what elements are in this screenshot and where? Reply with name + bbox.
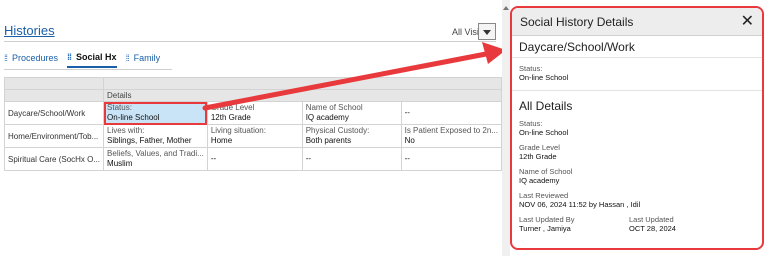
table-row[interactable]: Home/Environment/Tob... Lives with: Sibl… xyxy=(3,124,503,148)
table-cell[interactable]: Is Patient Exposed to 2n... No xyxy=(400,124,503,148)
field-value: On-line School xyxy=(519,73,569,82)
divider xyxy=(512,90,762,91)
cell-value: IQ academy xyxy=(305,113,349,122)
detail-field: Name of School IQ academy xyxy=(512,167,762,185)
cell-label: Beliefs, Values, and Tradi... xyxy=(107,149,204,158)
cell-value: 12th Grade xyxy=(210,113,251,122)
cell-value: Home xyxy=(210,136,233,145)
table-header-row xyxy=(3,77,502,90)
table-cell[interactable]: -- xyxy=(400,101,503,125)
field-value: NOV 06, 2024 11:52 by Hassan , Idil xyxy=(519,200,641,209)
histories-title-link[interactable]: Histories xyxy=(4,23,55,38)
table-cell[interactable]: Grade Level 12th Grade xyxy=(206,101,303,125)
cell-value: -- xyxy=(210,154,217,163)
cell-value: No xyxy=(404,136,415,145)
cell-label: Lives with: xyxy=(107,126,145,135)
last-updated-by-field: Last Updated By Turner , Jamiya xyxy=(519,215,629,233)
status-field: Status: On-line School xyxy=(512,64,762,82)
tab-family[interactable]: ⁞⁞ Family xyxy=(126,48,161,68)
table-header-row: Details xyxy=(3,89,502,102)
section-title: All Details xyxy=(519,99,573,113)
cell-value: Muslim xyxy=(107,159,133,168)
header-cell-empty xyxy=(3,89,105,102)
social-history-details-panel: Social History Details ✕ Daycare/School/… xyxy=(510,6,764,250)
panel-title: Social History Details xyxy=(520,14,634,29)
field-value: 12th Grade xyxy=(519,152,557,161)
history-tabs: ⁞⁞ Procedures ⁞⁞ Social Hx ⁞⁞ Family xyxy=(4,46,169,70)
grip-icon: ⁞⁞ xyxy=(4,53,8,63)
status-cell[interactable]: Status: On-line School xyxy=(103,101,208,125)
cell-label: Name of School xyxy=(305,103,363,112)
cell-value: -- xyxy=(404,108,410,117)
field-value: IQ academy xyxy=(519,176,560,185)
cell-label: Living situation: xyxy=(210,126,266,135)
cell-label: Physical Custody: xyxy=(305,126,370,135)
table-cell[interactable]: Physical Custody: Both parents xyxy=(301,124,402,148)
details-header: Details xyxy=(103,89,502,102)
social-history-table: Details Daycare/School/Work Status: On-l… xyxy=(3,77,503,171)
table-row[interactable]: Daycare/School/Work Status: On-line Scho… xyxy=(3,101,503,125)
panel-header: Social History Details ✕ xyxy=(512,8,762,36)
detail-field: Grade Level 12th Grade xyxy=(512,143,762,161)
row-name: Home/Environment/Tob... xyxy=(3,124,105,148)
histories-section: Histories All Visits ⁞⁞ Procedures ⁞⁞ So… xyxy=(0,0,503,256)
header-cell-empty xyxy=(103,77,502,90)
divider xyxy=(4,41,496,42)
cell-value: On-line School xyxy=(107,113,160,122)
field-label: Last Updated By xyxy=(519,215,575,224)
field-value: On-line School xyxy=(519,128,569,137)
last-updated-field: Last Updated OCT 28, 2024 xyxy=(629,215,739,233)
cell-value: -- xyxy=(404,154,410,163)
table-cell[interactable]: Living situation: Home xyxy=(206,124,303,148)
table-cell[interactable]: -- xyxy=(206,147,303,171)
field-label: Name of School xyxy=(519,167,573,176)
cell-label: Is Patient Exposed to 2n... xyxy=(404,126,498,135)
table-cell[interactable]: -- xyxy=(301,147,402,171)
table-cell[interactable]: Beliefs, Values, and Tradi... Muslim xyxy=(103,147,208,171)
cell-value: -- xyxy=(305,154,312,163)
scrollbar[interactable] xyxy=(502,0,510,256)
field-label: Status: xyxy=(519,119,543,128)
header-cell-empty xyxy=(3,77,105,90)
field-label: Last Updated xyxy=(629,215,674,224)
scroll-up-icon[interactable] xyxy=(503,6,509,10)
field-label: Grade Level xyxy=(519,143,560,152)
tab-label: Social Hx xyxy=(76,52,117,62)
all-visits-dropdown-button[interactable] xyxy=(478,23,496,40)
cell-value: Both parents xyxy=(305,136,352,145)
cell-value: Siblings, Father, Mother xyxy=(107,136,192,145)
close-icon[interactable]: ✕ xyxy=(741,13,754,30)
grip-icon: ⁞⁞ xyxy=(67,52,72,62)
detail-field: Status: On-line School xyxy=(512,119,762,137)
tab-procedures[interactable]: ⁞⁞ Procedures xyxy=(4,48,58,68)
row-name: Spiritual Care (SocHx O... xyxy=(3,147,105,171)
last-updated-row: Last Updated By Turner , Jamiya Last Upd… xyxy=(512,215,762,233)
field-label: Status: xyxy=(519,64,543,73)
table-cell[interactable]: Name of School IQ academy xyxy=(301,101,402,125)
tab-label: Procedures xyxy=(12,53,59,63)
tab-label: Family xyxy=(133,53,161,63)
table-cell[interactable]: -- xyxy=(400,147,503,171)
table-row[interactable]: Spiritual Care (SocHx O... Beliefs, Valu… xyxy=(3,147,503,171)
section-title: Daycare/School/Work xyxy=(512,36,762,58)
grip-icon: ⁞⁞ xyxy=(125,53,130,63)
cell-label: Status: xyxy=(107,103,132,112)
field-value: OCT 28, 2024 xyxy=(629,224,676,233)
tab-social-hx[interactable]: ⁞⁞ Social Hx xyxy=(67,48,117,68)
table-cell[interactable]: Lives with: Siblings, Father, Mother xyxy=(103,124,208,148)
detail-field: Last Reviewed NOV 06, 2024 11:52 by Hass… xyxy=(512,191,762,209)
row-name: Daycare/School/Work xyxy=(3,101,105,125)
field-value: Turner , Jamiya xyxy=(519,224,571,233)
tab-underline xyxy=(4,69,172,70)
cell-label: Grade Level xyxy=(210,103,255,112)
field-label: Last Reviewed xyxy=(519,191,569,200)
